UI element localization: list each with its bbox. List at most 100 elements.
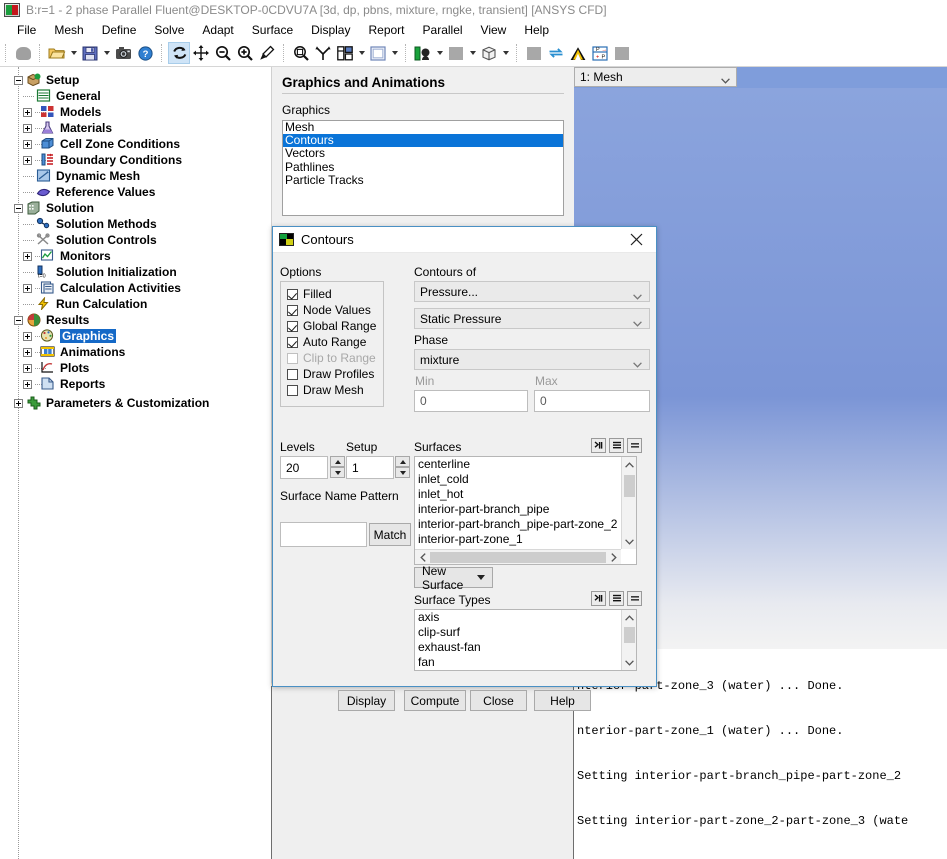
- close-button[interactable]: Close: [470, 690, 527, 711]
- pan-move-icon[interactable]: [190, 42, 212, 64]
- checkbox-filled[interactable]: Filled: [287, 286, 332, 302]
- tree-node-general[interactable]: General: [0, 88, 271, 104]
- surface-name-pattern-input[interactable]: [280, 522, 367, 547]
- tree-toggle-plus-icon[interactable]: [23, 331, 32, 341]
- zoom-region-icon[interactable]: [290, 42, 312, 64]
- render-box-icon[interactable]: [478, 42, 500, 64]
- copy-screenshot-icon[interactable]: P → + P: [589, 42, 611, 64]
- list-item[interactable]: Vectors: [283, 147, 563, 160]
- list-item[interactable]: centerline: [415, 457, 636, 472]
- camera-icon[interactable]: [112, 42, 134, 64]
- menu-item-solve[interactable]: Solve: [145, 21, 193, 39]
- setup-stepper-up[interactable]: [395, 456, 410, 467]
- lighting-icon[interactable]: [412, 42, 434, 64]
- render-box-dropdown-arrow[interactable]: [500, 42, 511, 64]
- tree-node-materials[interactable]: Materials: [0, 120, 271, 136]
- checkbox-global-range[interactable]: Global Range: [287, 318, 376, 334]
- tree-toggle-plus-icon[interactable]: [23, 107, 32, 117]
- gray-blob-icon[interactable]: [12, 42, 34, 64]
- phase-select[interactable]: mixture: [414, 349, 650, 370]
- tree-node-dynamic-mesh[interactable]: Dynamic Mesh: [0, 168, 271, 184]
- setup-input[interactable]: 1: [346, 456, 394, 479]
- tree-node-cell-zone-conditions[interactable]: Cell Zone Conditions: [0, 136, 271, 152]
- checkbox-box[interactable]: [287, 368, 298, 380]
- help-circle-icon[interactable]: ?: [134, 42, 156, 64]
- checkbox-draw-mesh[interactable]: Draw Mesh: [287, 382, 364, 398]
- surfaces-list[interactable]: centerline inlet_cold inlet_hot interior…: [414, 456, 637, 565]
- new-surface-button[interactable]: New Surface: [414, 564, 493, 592]
- scroll-left-icon[interactable]: [415, 552, 430, 562]
- tree-toggle-plus-icon[interactable]: [23, 347, 32, 357]
- menu-item-file[interactable]: File: [8, 21, 45, 39]
- list-item[interactable]: Particle Tracks: [283, 173, 563, 187]
- zoom-in-icon[interactable]: [234, 42, 256, 64]
- list-item[interactable]: fan: [415, 655, 636, 670]
- match-button[interactable]: Match: [369, 523, 411, 546]
- surfaces-deselect-all-icon[interactable]: [627, 438, 642, 453]
- surface-types-select-all-icon[interactable]: [609, 591, 624, 606]
- checkbox-node-values[interactable]: Node Values: [287, 302, 371, 318]
- axes-orientation-icon[interactable]: [312, 42, 334, 64]
- tree-toggle-minus-icon[interactable]: [14, 203, 23, 213]
- tree-toggle-plus-icon[interactable]: [23, 139, 32, 149]
- menu-item-surface[interactable]: Surface: [243, 21, 302, 39]
- tree-node-animations[interactable]: Animations: [0, 344, 271, 360]
- white-background-icon[interactable]: [367, 42, 389, 64]
- levels-stepper-up[interactable]: [330, 456, 345, 467]
- tree-toggle-plus-icon[interactable]: [23, 363, 32, 373]
- tree-node-reports[interactable]: Reports: [0, 376, 271, 392]
- ansys-logo-icon[interactable]: [567, 42, 589, 64]
- probe-pick-icon[interactable]: [256, 42, 278, 64]
- help-button[interactable]: Help: [534, 690, 591, 711]
- tree-node-reference-values[interactable]: Reference Values: [0, 184, 271, 200]
- tree-toggle-plus-icon[interactable]: [14, 398, 23, 408]
- surfaces-filter-icon[interactable]: [591, 438, 606, 453]
- compute-button[interactable]: Compute: [404, 690, 466, 711]
- menu-item-define[interactable]: Define: [93, 21, 146, 39]
- tree-node-solution-initialization[interactable]: t=0 Solution Initialization: [0, 264, 271, 280]
- checkbox-box[interactable]: [287, 320, 298, 332]
- lighting-dropdown-arrow[interactable]: [434, 42, 445, 64]
- levels-stepper[interactable]: [330, 456, 345, 478]
- close-icon[interactable]: [616, 227, 656, 252]
- surfaces-select-all-icon[interactable]: [609, 438, 624, 453]
- viewport-layout-dropdown-arrow[interactable]: [356, 42, 367, 64]
- scroll-down-icon[interactable]: [622, 655, 636, 670]
- list-item[interactable]: Contours: [283, 133, 563, 148]
- white-background-dropdown-arrow[interactable]: [389, 42, 400, 64]
- tree-node-monitors[interactable]: Monitors: [0, 248, 271, 264]
- tree-toggle-minus-icon[interactable]: [14, 75, 23, 85]
- max-input[interactable]: 0: [534, 390, 650, 412]
- tree-node-calculation-activities[interactable]: Calculation Activities: [0, 280, 271, 296]
- checkbox-auto-range[interactable]: Auto Range: [287, 334, 366, 350]
- menu-item-adapt[interactable]: Adapt: [193, 21, 242, 39]
- tree-node-parameters-customization[interactable]: Parameters & Customization: [0, 395, 271, 411]
- graphics-list[interactable]: Mesh Contours Vectors Pathlines Particle…: [282, 120, 564, 216]
- menu-item-view[interactable]: View: [472, 21, 516, 39]
- menu-item-report[interactable]: Report: [359, 21, 413, 39]
- list-item[interactable]: clip-surf: [415, 625, 636, 640]
- gray-square-2-icon[interactable]: [523, 42, 545, 64]
- tree-toggle-plus-icon[interactable]: [23, 283, 32, 293]
- display-button[interactable]: Display: [338, 690, 395, 711]
- surfaces-hscroll-thumb[interactable]: [430, 551, 606, 563]
- surfaces-scroll-thumb[interactable]: [624, 475, 635, 497]
- contours-of-variable-select[interactable]: Static Pressure: [414, 308, 650, 329]
- menu-item-parallel[interactable]: Parallel: [414, 21, 472, 39]
- menu-item-display[interactable]: Display: [302, 21, 359, 39]
- list-item[interactable]: inlet_cold: [415, 472, 636, 487]
- outline-tree-panel[interactable]: Setup General Models Materials Cell Zone…: [0, 67, 271, 859]
- surface-types-scroll-thumb[interactable]: [624, 627, 635, 643]
- list-item[interactable]: interior-part-branch_pipe-part-zone_2: [415, 517, 636, 532]
- viewport-layout-icon[interactable]: [334, 42, 356, 64]
- checkbox-box[interactable]: [287, 336, 298, 348]
- tree-toggle-plus-icon[interactable]: [23, 123, 32, 133]
- list-item[interactable]: exhaust-fan: [415, 640, 636, 655]
- setup-stepper-down[interactable]: [395, 467, 410, 478]
- scroll-up-icon[interactable]: [622, 457, 636, 472]
- list-item[interactable]: axis: [415, 610, 636, 625]
- list-item[interactable]: interior-part-branch_pipe: [415, 502, 636, 517]
- gray-square-dropdown-arrow[interactable]: [467, 42, 478, 64]
- levels-stepper-down[interactable]: [330, 467, 345, 478]
- tree-node-solution-methods[interactable]: Solution Methods: [0, 216, 271, 232]
